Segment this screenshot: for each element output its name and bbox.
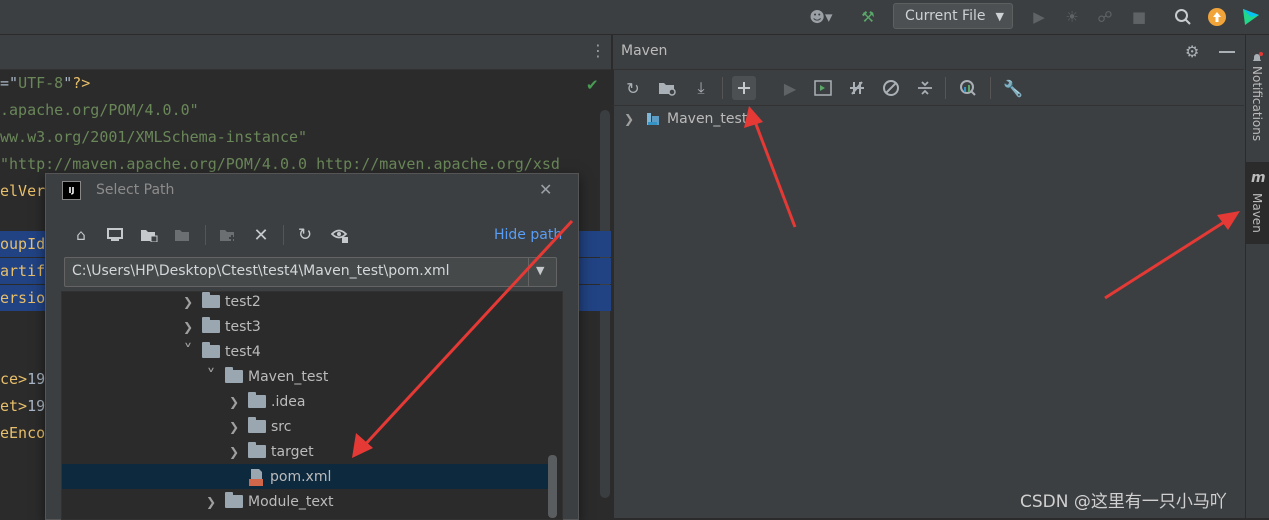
arrow-head-maven [1217, 211, 1240, 230]
arrow-head-add [744, 106, 763, 128]
arrow-to-add [752, 118, 797, 228]
watermark-text: CSDN @这里有一只小马吖 [1020, 492, 1227, 512]
arrow-to-maven-tab [1104, 217, 1230, 300]
arrow-head-pom [352, 433, 373, 458]
arrow-to-pom [359, 219, 574, 451]
annotation-arrows [352, 106, 1240, 458]
